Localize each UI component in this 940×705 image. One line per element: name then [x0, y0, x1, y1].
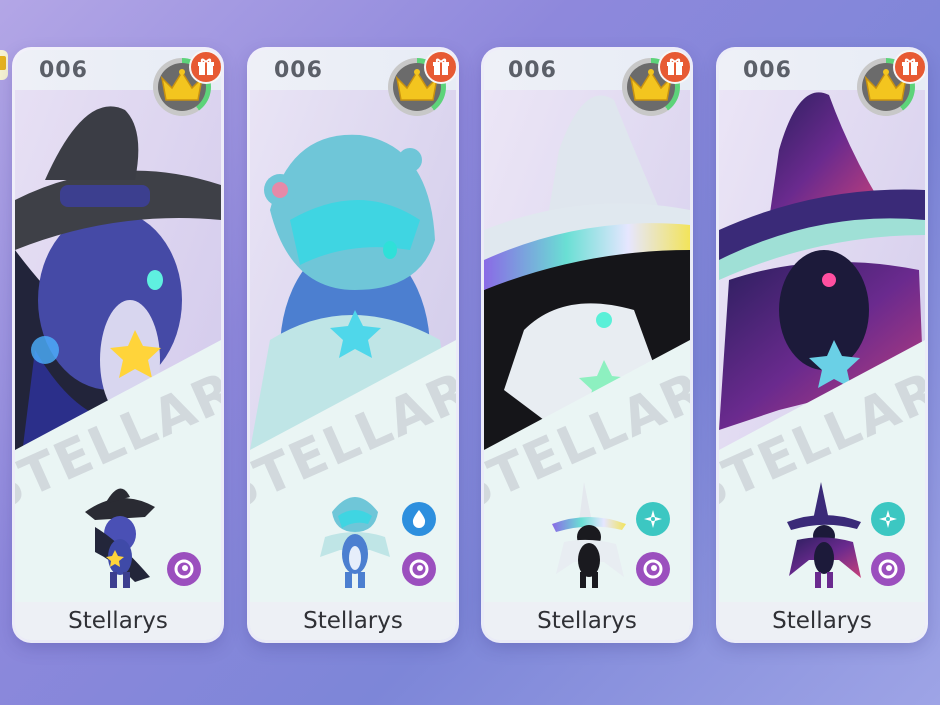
creature-model-preview: [552, 482, 626, 588]
ice-type-icon: [871, 502, 905, 536]
partial-card-edge[interactable]: [0, 50, 8, 80]
creature-name-bar: Stellarys: [250, 602, 456, 640]
creature-name: Stellarys: [68, 608, 168, 634]
gift-badge[interactable]: [189, 50, 221, 84]
creature-name: Stellarys: [537, 608, 637, 634]
dex-number: 006: [743, 58, 792, 83]
psychic-type-icon: [402, 552, 436, 586]
psychic-type-icon: [871, 552, 905, 586]
creature-model-preview: [85, 488, 155, 588]
psychic-type-icon: [636, 552, 670, 586]
dex-number: 006: [274, 58, 323, 83]
gift-badge[interactable]: [658, 50, 690, 84]
dex-number: 006: [39, 58, 88, 83]
creature-card-2[interactable]: 006 STELLARYS Stellarys: [250, 50, 456, 640]
creature-name-bar: Stellarys: [719, 602, 925, 640]
gift-icon: [902, 58, 918, 75]
gift-icon: [198, 58, 214, 75]
gift-icon: [433, 58, 449, 75]
creature-card-1[interactable]: 006 STELLARYS Stellarys: [15, 50, 221, 640]
creature-card-3[interactable]: 006 STELLARYS Stellarys: [484, 50, 690, 640]
creature-name: Stellarys: [772, 608, 872, 634]
water-type-icon: [402, 502, 436, 536]
psychic-type-icon: [167, 552, 201, 586]
creature-name-bar: Stellarys: [484, 602, 690, 640]
gift-badge[interactable]: [424, 50, 456, 84]
creature-name-bar: Stellarys: [15, 602, 221, 640]
creature-card-4[interactable]: 006 STELLARYS Stellarys: [719, 50, 925, 640]
gift-badge[interactable]: [893, 50, 925, 84]
ice-type-icon: [636, 502, 670, 536]
creature-name: Stellarys: [303, 608, 403, 634]
creature-model-preview: [787, 482, 861, 588]
creature-model-preview: [320, 497, 390, 588]
gift-icon: [667, 58, 683, 75]
dex-number: 006: [508, 58, 557, 83]
crown-icon: [0, 56, 6, 70]
